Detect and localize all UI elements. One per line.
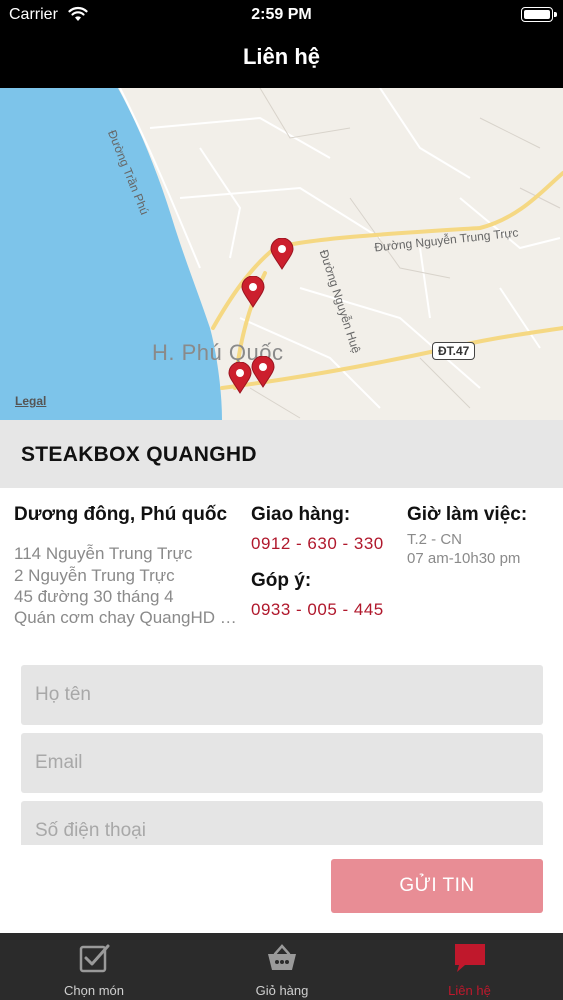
checkbox-icon	[79, 944, 110, 973]
address-line: 114 Nguyễn Trung Trực	[14, 544, 193, 563]
contact-form	[0, 664, 563, 845]
tab-label: Chọn món	[64, 983, 124, 998]
name-input[interactable]	[21, 665, 543, 725]
hours-title: Giờ làm việc:	[407, 504, 528, 525]
navigation-bar: Liên hệ	[0, 30, 563, 88]
battery-icon	[521, 7, 557, 22]
tab-bar: Chọn món Giỏ hàng Liên hệ	[0, 933, 563, 1000]
basket-icon	[268, 944, 296, 970]
delivery-phone-link[interactable]: 0912 - 630 - 330	[251, 534, 384, 554]
map-pin-icon[interactable]	[270, 238, 294, 270]
hours-days: T.2 - CN	[407, 531, 463, 548]
map-pin-icon[interactable]	[228, 362, 252, 394]
route-badge: ĐT.47	[432, 342, 476, 360]
map-pin-icon[interactable]	[241, 276, 265, 308]
store-header: STEAKBOX QUANGHD	[0, 420, 563, 488]
address-line: 45 đường 30 tháng 4	[14, 587, 174, 606]
tab-label: Liên hệ	[448, 983, 491, 998]
contact-info: Dương đông, Phú quốc 114 Nguyễn Trung Tr…	[0, 488, 563, 658]
address-title: Dương đông, Phú quốc	[14, 504, 228, 525]
map-view[interactable]: Đường Trần Phú Đường Nguyễn Trung Trực Đ…	[0, 88, 563, 420]
tab-label: Giỏ hàng	[255, 983, 309, 998]
feedback-phone-link[interactable]: 0933 - 005 - 445	[251, 600, 384, 620]
address-line: Quán cơm chay QuangHD phục vụ	[14, 608, 242, 627]
page-title: Liên hệ	[242, 44, 320, 69]
legal-link[interactable]: Legal	[15, 394, 46, 408]
clock: 2:59 PM	[251, 6, 312, 23]
email-input[interactable]	[21, 733, 543, 793]
tab-contact[interactable]: Liên hệ	[376, 933, 563, 1000]
tab-menu[interactable]: Chọn món	[0, 933, 188, 1000]
map-pin-icon[interactable]	[251, 356, 275, 388]
address-line: 2 Nguyễn Trung Trực	[14, 566, 175, 585]
send-message-button[interactable]: GỬI TIN	[331, 859, 543, 913]
tab-cart[interactable]: Giỏ hàng	[188, 933, 376, 1000]
hours-time: 07 am-10h30 pm	[407, 550, 521, 567]
status-bar: Carrier 2:59 PM	[0, 0, 563, 30]
delivery-title: Giao hàng:	[251, 504, 351, 525]
chat-bubble-icon	[454, 944, 485, 972]
store-name: STEAKBOX QUANGHD	[21, 443, 257, 466]
feedback-title: Góp ý:	[251, 570, 312, 591]
phone-input[interactable]	[21, 801, 543, 845]
